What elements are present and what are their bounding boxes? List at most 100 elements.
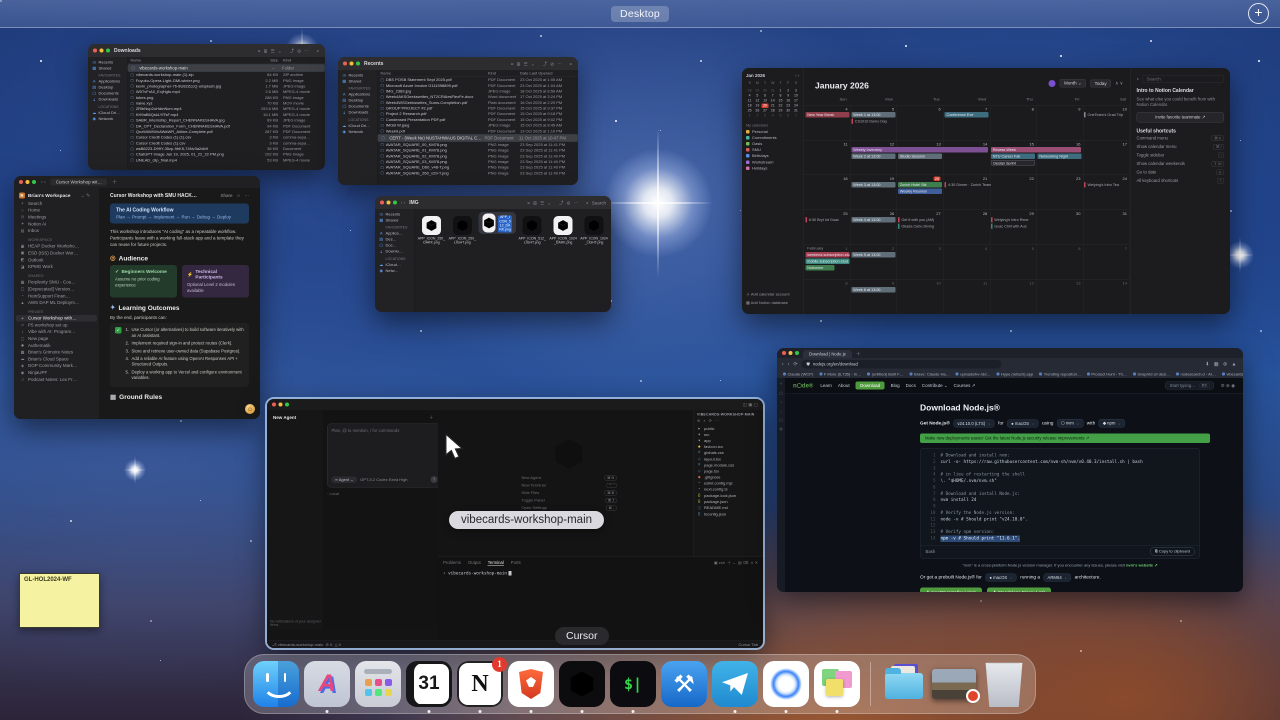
mini-day[interactable]: 30 <box>785 109 792 114</box>
mini-day[interactable]: 3 <box>792 89 799 94</box>
sidebar-item[interactable]: ⌂ Home <box>14 207 99 214</box>
terminal-prompt[interactable]: › vibecards-workshop-main <box>443 571 758 576</box>
sidebar-item[interactable]: ✦ Notion AI <box>14 220 99 227</box>
dock-trash-icon[interactable] <box>985 662 1023 707</box>
sidebar-item[interactable]: ◈ DOP Community Mark… <box>14 362 99 369</box>
mini-day[interactable]: 31 <box>792 109 799 114</box>
calendar-event[interactable]: Week 5 at 13:00 <box>851 252 896 258</box>
dock-notion-icon[interactable]: N1 <box>457 657 507 713</box>
dock-finder-icon[interactable] <box>253 661 299 707</box>
sidebar-item[interactable]: ◪ KPMG Work <box>14 263 99 270</box>
bookmark-item[interactable]: F More (6,735) - In… <box>819 372 861 376</box>
window-finder-icons[interactable]: ‹ › IMG ≡ ⊞ ☰ ⌄ ⤴ ⊘ ⋯ ⌕ Search ◷ Recents ▦… <box>375 196 611 312</box>
dock-minimized-window[interactable] <box>932 669 980 703</box>
mini-day[interactable]: 6 <box>785 114 792 119</box>
node-nav-link[interactable]: Learn <box>820 383 832 388</box>
mini-day[interactable]: 22 <box>777 104 784 109</box>
bookmark-item[interactable]: Product Hunt - Th… <box>1086 372 1127 376</box>
calendar-event[interactable]: CS1010 Demo Day <box>851 118 889 124</box>
sidebar-item[interactable]: ▤ Inbox <box>14 227 99 234</box>
file-tile[interactable]: APP_ICON_250_DARK.png <box>417 212 447 245</box>
sidebar-item[interactable]: ♪ Vibe with AI: Program… <box>14 328 99 335</box>
mini-day[interactable]: 7 <box>769 94 776 99</box>
mini-day[interactable]: 31 <box>769 89 776 94</box>
calendar-event[interactable]: Conference Eve <box>944 112 989 118</box>
calendar-event[interactable]: Studio Session <box>897 153 942 159</box>
site-search[interactable]: Start typing… ⌘K <box>1165 381 1214 390</box>
macos-installer-button[interactable]: ⬇ macOS Installer (.pkg) <box>920 587 982 592</box>
add-notion-database[interactable]: ▦ Add Notion database <box>746 301 788 306</box>
dock-siri-icon[interactable] <box>763 661 809 713</box>
sidebar-item[interactable]: ▩ Brian's Grimoire Notes <box>14 349 99 356</box>
version-select[interactable]: v24.10.0 (LTS) ⌄ <box>953 419 995 428</box>
calendar-event[interactable]: Notioneer <box>805 265 835 271</box>
calendar-event[interactable]: Week 1 at 13:00 <box>851 112 896 118</box>
sidebar-item[interactable]: ♫ Podcast Notes: Lex Fr… <box>14 376 99 383</box>
bookmark-item[interactable]: nodesearch.d - AI… <box>1176 372 1216 376</box>
calendar-event[interactable]: Week 2 at 13:00 <box>851 153 896 159</box>
browser-sidebar-rail[interactable]: ＋ ▢ ◔ ↓ ⬡ ⚙ <box>777 378 785 592</box>
nav-reload[interactable]: ⟳ <box>793 361 797 367</box>
sidebar-item[interactable]: ▣ HEAP Docker Worksho… <box>14 243 99 250</box>
bookmark-item[interactable]: Hype (refactr).app <box>996 372 1033 376</box>
file-tile[interactable]: APP_ICON_1024_LIGHT.png <box>579 212 609 245</box>
dock-launchpad-icon[interactable] <box>355 661 401 707</box>
mini-day[interactable]: 18 <box>746 104 753 109</box>
bookmark-item[interactable]: (untitled) Built F… <box>867 372 904 376</box>
agent-mode-pill[interactable]: ∞ Agent ⌄ <box>331 476 358 483</box>
mini-day[interactable]: 1 <box>777 89 784 94</box>
calendar-list-item[interactable]: Holidays <box>746 165 800 171</box>
calendar-event[interactable]: Design Sprint <box>990 160 1035 166</box>
mini-day[interactable]: 5 <box>777 114 784 119</box>
explorer-actions[interactable]: ⊕ ⌕ ⟳ ⋯ <box>697 419 760 424</box>
panel-tab[interactable]: Output <box>468 560 481 566</box>
agent-input[interactable]: Plan, @ to mention, / for commands ∞ Age… <box>327 423 442 488</box>
panel-tab[interactable]: Ports <box>511 560 521 566</box>
nav-arrows[interactable]: ‹ › <box>401 200 405 205</box>
node-nav-link[interactable]: Blog <box>891 383 900 388</box>
mini-day[interactable]: 14 <box>769 99 776 104</box>
sidebar-item[interactable]: ▣ ESD (ISS) Docker Wor… <box>14 250 99 257</box>
mini-day[interactable]: 10 <box>792 94 799 99</box>
mini-day[interactable]: 7 <box>792 114 799 119</box>
mini-day[interactable]: 1 <box>746 114 753 119</box>
layout-toggle-icons[interactable]: ◫ ▣ ▢ <box>743 402 758 408</box>
dock-telegram-icon[interactable] <box>712 661 758 713</box>
mini-month-nav[interactable]: ‹ › <box>795 73 799 78</box>
calendar-event[interactable]: Get it with you (AM) <box>897 217 936 223</box>
manager-select[interactable]: ⬡ nvm ⌄ <box>1056 419 1084 428</box>
bookmark-item[interactable]: Brave: Claude Ha… <box>909 372 950 376</box>
new-agent-button[interactable]: New Agent <box>270 413 326 422</box>
window-finder-recents[interactable]: Recents ≡ ⊞ ☰ ⌄ ⤴ ⊘ ⋯ ⌕ ◷ Recents ▦ Shared F… <box>338 57 578 185</box>
calendar-event[interactable]: Guac Chill with Aus <box>990 223 1029 229</box>
new-tab-button[interactable]: ＋ <box>856 349 861 357</box>
dock-notion-calendar-icon[interactable]: 31 <box>406 661 452 713</box>
os-select[interactable]: ● macOS ⌄ <box>1007 419 1039 428</box>
today-button[interactable]: Today <box>1090 79 1112 88</box>
mini-day[interactable]: 2 <box>754 114 761 119</box>
prev-next-buttons[interactable]: ∧ ∨ <box>1115 81 1123 87</box>
standalone-binary-button[interactable]: ⬇ Standalone Binary (.gz) <box>986 587 1051 592</box>
dock-xcode-icon[interactable]: ⚒ <box>661 661 707 707</box>
model-selector[interactable]: GPT-5.2 Codex Extra High <box>360 477 407 482</box>
bookmark-item[interactable]: vibecards.s.zip <box>1221 372 1243 376</box>
panel-tab[interactable]: Problems <box>443 560 461 566</box>
more-button[interactable]: ⋯ <box>245 193 250 199</box>
sidebar-item[interactable]: ◆ Authematik <box>14 342 99 349</box>
star-button[interactable]: ☆ <box>236 193 240 199</box>
package-select[interactable]: ◆ npm ⌄ <box>1098 419 1125 428</box>
share-button[interactable]: Share <box>220 193 232 199</box>
nav-back[interactable]: ‹ <box>782 361 784 367</box>
calendar-event[interactable]: Recess Week <box>990 147 1082 153</box>
sidebar-item[interactable]: ▢ [Deprecated] Version… <box>14 286 99 293</box>
mini-day[interactable]: 17 <box>792 99 799 104</box>
calendar-event[interactable]: mobile-subscription-stud… <box>805 258 850 264</box>
mini-day[interactable]: 8 <box>777 94 784 99</box>
sidebar-item[interactable]: ▦ Perplexity SMU - Cou… <box>14 279 99 286</box>
calendar-list[interactable]: Personal Commitments Oasis SMU Birthdays Work… <box>746 129 800 172</box>
announcement-banner[interactable]: Make new deployments easier! Get the lat… <box>920 433 1210 443</box>
dock-arc-icon[interactable]: A <box>304 661 350 713</box>
node-nav-link[interactable]: Courses ↗ <box>954 383 976 389</box>
calendar-event[interactable]: weekend-subscription-stu… <box>805 252 850 258</box>
node-logo[interactable]: n⬡de® <box>793 382 813 389</box>
